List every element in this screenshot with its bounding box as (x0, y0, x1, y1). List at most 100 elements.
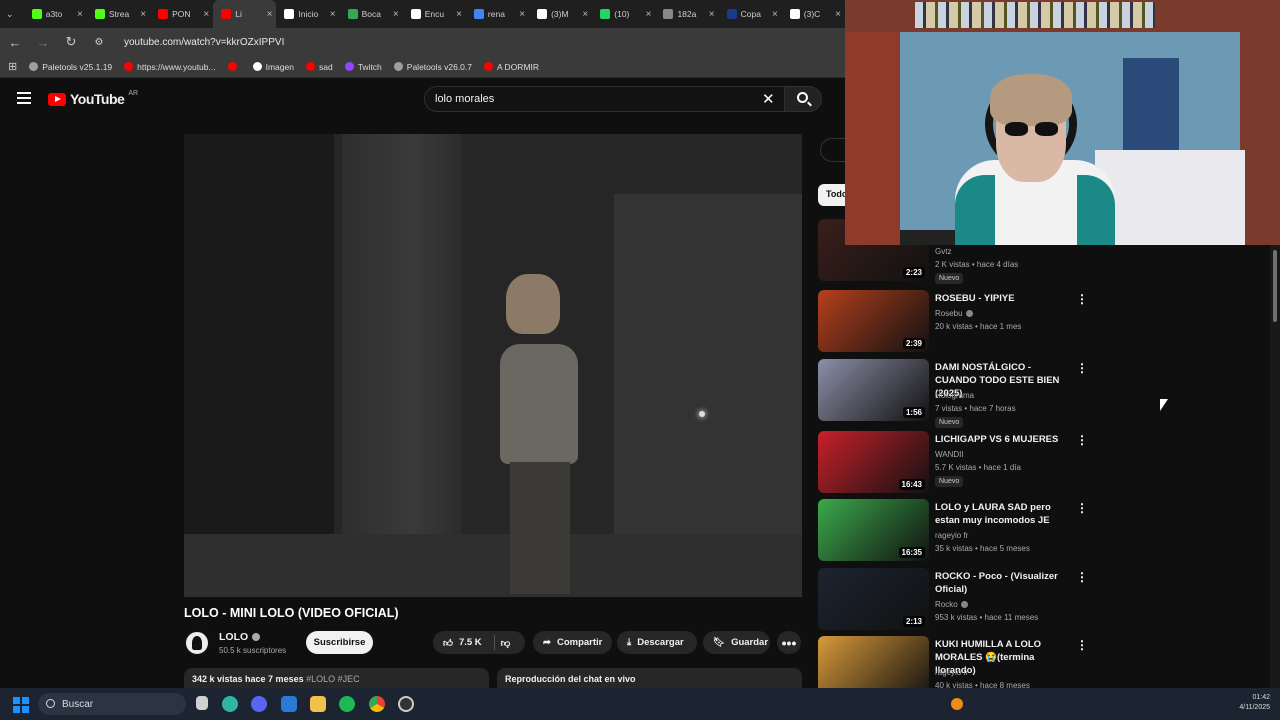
file-explorer-icon[interactable] (310, 696, 326, 712)
bookmark-item[interactable]: Imagen (252, 62, 294, 72)
browser-tab[interactable]: Strea × (87, 0, 150, 28)
tab-close-icon[interactable]: × (456, 9, 462, 20)
recommended-video[interactable]: 2:39 ROSEBU - YIPIYE Rosebu 20 k vistas • h… (818, 290, 1098, 352)
more-options-icon[interactable]: ⋮ (1076, 292, 1088, 306)
browser-tab[interactable]: Copa × (719, 0, 782, 28)
live-chat-replay[interactable]: Reproducción del chat en vivo (497, 668, 802, 688)
bookmark-item[interactable]: https://www.youtub... (124, 62, 216, 72)
tab-close-icon[interactable]: × (267, 9, 273, 20)
video-channel[interactable]: Rosebu (935, 309, 973, 318)
video-thumbnail[interactable]: 16:43 (818, 431, 929, 493)
tab-close-icon[interactable]: × (709, 9, 715, 20)
more-options-icon[interactable]: ⋮ (1076, 433, 1088, 447)
spotify-icon[interactable] (339, 696, 355, 712)
recommended-video[interactable]: 1:56 DAMI NOSTÁLGICO - CUANDO TODO ESTE B… (818, 359, 1098, 428)
video-thumbnail[interactable]: 2:13 (818, 568, 929, 630)
bookmark-item[interactable]: Paletools v25.1.19 (29, 62, 112, 72)
video-channel[interactable]: WANDII (935, 450, 964, 459)
video-title[interactable]: ROCKO - Poco - (Visualizer Oficial) (935, 570, 1070, 596)
chrome-icon[interactable] (369, 696, 385, 712)
download-button[interactable]: ⤓ Descargar (617, 631, 697, 654)
back-icon[interactable]: ← (8, 35, 22, 50)
apps-grid-icon[interactable]: ⊞ (8, 60, 17, 73)
clear-search-icon[interactable]: ✕ (762, 90, 775, 108)
browser-tab[interactable]: Li × (213, 0, 277, 28)
tab-close-icon[interactable]: × (835, 9, 841, 20)
bookmark-item[interactable]: Twitch (344, 62, 382, 72)
channel-name[interactable]: LOLO (219, 631, 261, 643)
task-view-icon[interactable] (196, 696, 208, 710)
system-clock[interactable]: 01:42 4/11/2025 (1224, 693, 1270, 713)
save-button[interactable]: 🔖︎ Guardar (703, 631, 770, 654)
youtube-logo[interactable]: YouTube AR (48, 90, 138, 107)
browser-tab[interactable]: 182a × (655, 0, 718, 28)
browser-tab[interactable]: (10) × (592, 0, 655, 28)
recommended-video[interactable]: 16:35 LOLO y LAURA SAD pero estan muy inc… (818, 499, 1098, 561)
recommended-video[interactable]: 16:43 LICHIGAPP VS 6 MUJERES WANDII 5.7 K v… (818, 431, 1098, 493)
subscribe-button[interactable]: Suscribirse (306, 631, 373, 654)
video-thumbnail[interactable]: 16:35 (818, 499, 929, 561)
video-title[interactable]: ROSEBU - YIPIYE (935, 292, 1070, 305)
video-thumbnail[interactable]: 2:39 (818, 290, 929, 352)
browser-tab[interactable]: (3)C × (782, 0, 845, 28)
page-scrollbar[interactable] (1270, 245, 1280, 688)
like-icon[interactable]: 👍︎ (443, 637, 453, 649)
store-icon[interactable] (281, 696, 297, 712)
video-channel[interactable]: rageyio fr (935, 531, 968, 540)
reload-icon[interactable]: ↻ (64, 34, 78, 50)
tab-close-icon[interactable]: × (330, 9, 336, 20)
tab-close-icon[interactable]: × (582, 9, 588, 20)
share-button[interactable]: ➦ Compartir (533, 631, 612, 654)
browser-tab[interactable]: (3)M × (529, 0, 592, 28)
tab-close-icon[interactable]: × (772, 9, 778, 20)
channel-avatar[interactable] (184, 630, 210, 656)
video-title[interactable]: LICHIGAPP VS 6 MUJERES (935, 433, 1070, 446)
video-channel[interactable]: Gvtz (935, 247, 951, 256)
bookmark-item[interactable]: A DORMIR (484, 62, 539, 72)
search-input[interactable]: lolo morales (424, 86, 784, 112)
tab-close-icon[interactable]: × (203, 9, 209, 20)
dislike-icon[interactable]: 👎︎ (501, 637, 511, 649)
filter-chip-all[interactable]: Todo (818, 184, 845, 206)
tab-close-icon[interactable]: × (393, 9, 399, 20)
more-actions-button[interactable]: ••• (777, 631, 801, 654)
hashtags[interactable]: #LOLO #JEC (306, 674, 360, 684)
video-title[interactable]: LOLO y LAURA SAD pero estan muy incomodo… (935, 501, 1070, 527)
tray-app-icon[interactable] (951, 698, 963, 710)
scrollbar-thumb[interactable] (1273, 250, 1277, 322)
tab-close-icon[interactable]: × (646, 9, 652, 20)
bookmark-item[interactable]: sad (305, 62, 333, 72)
like-count[interactable]: 7.5 K (459, 637, 482, 648)
tab-list-button[interactable]: ⌄ (0, 0, 24, 28)
menu-icon[interactable] (17, 92, 31, 104)
recommended-video[interactable]: 2:13 ROCKO - Poco - (Visualizer Oficial) R… (818, 568, 1098, 630)
video-channel[interactable]: Holograma (935, 391, 974, 400)
description-box[interactable]: 342 k vistas hace 7 meses #LOLO #JEC (184, 668, 489, 688)
taskbar-search[interactable]: Buscar (38, 693, 186, 715)
tab-close-icon[interactable]: × (140, 9, 146, 20)
more-options-icon[interactable]: ⋮ (1076, 638, 1088, 652)
browser-tab[interactable]: Encu × (403, 0, 466, 28)
video-thumbnail[interactable]: 1:56 (818, 359, 929, 421)
browser-tab[interactable]: PON × (150, 0, 213, 28)
more-options-icon[interactable]: ⋮ (1076, 570, 1088, 584)
tab-close-icon[interactable]: × (519, 9, 525, 20)
forward-icon[interactable]: → (36, 35, 50, 50)
video-channel[interactable]: rageyio fr (935, 668, 968, 677)
obs-icon[interactable] (398, 696, 414, 712)
site-info-icon[interactable]: ⚙ (92, 37, 106, 48)
browser-tab[interactable]: a3to × (24, 0, 87, 28)
start-button[interactable] (13, 697, 29, 713)
edge-icon[interactable] (222, 696, 238, 712)
video-player[interactable] (184, 134, 802, 597)
discord-icon[interactable] (251, 696, 267, 712)
more-options-icon[interactable]: ⋮ (1076, 501, 1088, 515)
bookmark-item[interactable]: Paletools v26.0.7 (393, 62, 472, 72)
bookmark-item[interactable] (227, 62, 241, 71)
search-button[interactable] (784, 86, 822, 112)
browser-tab[interactable]: Inicio × (276, 0, 339, 28)
url-field[interactable]: youtube.com/watch?v=kkrOZxIPPVI (124, 37, 284, 48)
browser-tab[interactable]: Boca × (340, 0, 403, 28)
more-options-icon[interactable]: ⋮ (1076, 361, 1088, 375)
tab-close-icon[interactable]: × (77, 9, 83, 20)
